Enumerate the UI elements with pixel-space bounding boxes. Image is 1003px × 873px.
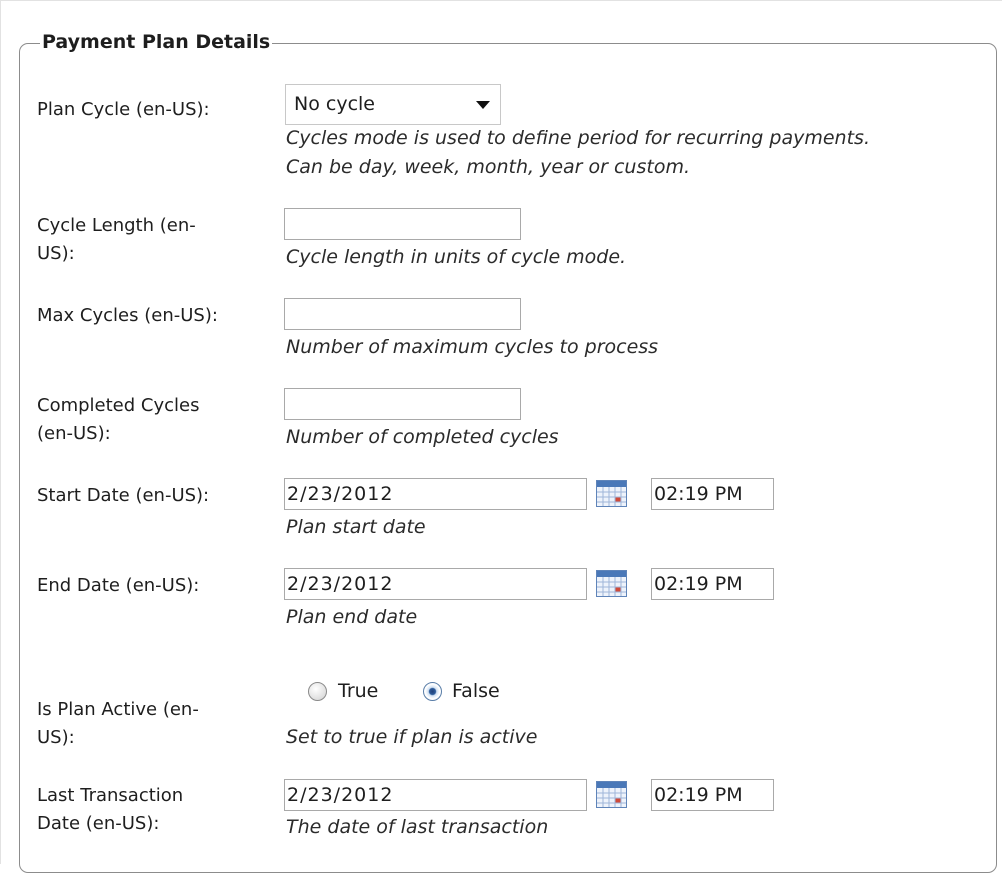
last-transaction-label-line2: Date (en-US): <box>37 813 160 834</box>
plan-cycle-selected-value: No cycle <box>294 93 375 115</box>
completed-cycles-label-line2: (en-US): <box>37 423 111 444</box>
cycle-length-input[interactable] <box>284 208 521 240</box>
start-time-input[interactable]: 02:19 PM <box>651 478 774 510</box>
start-date-input[interactable]: 2/23/2012 <box>284 478 587 510</box>
end-time-input[interactable]: 02:19 PM <box>651 568 774 600</box>
plan-cycle-help-line2: Can be day, week, month, year or custom. <box>286 156 690 178</box>
radio-false[interactable] <box>423 682 442 701</box>
completed-cycles-help: Number of completed cycles <box>286 426 559 448</box>
last-transaction-time-input[interactable]: 02:19 PM <box>651 779 774 811</box>
cycle-length-label-line1: Cycle Length (en- <box>37 215 196 236</box>
radio-true[interactable] <box>308 682 327 701</box>
start-date-help: Plan start date <box>286 516 426 538</box>
max-cycles-help: Number of maximum cycles to process <box>286 336 659 358</box>
max-cycles-input[interactable] <box>284 298 521 330</box>
calendar-icon[interactable] <box>596 570 627 597</box>
is-plan-active-label-line2: US): <box>37 727 75 748</box>
plan-cycle-select[interactable]: No cycle <box>285 84 501 125</box>
plan-cycle-help-line1: Cycles mode is used to define period for… <box>286 127 870 149</box>
cycle-length-label-line2: US): <box>37 243 75 264</box>
end-date-help: Plan end date <box>286 606 418 628</box>
max-cycles-label: Max Cycles (en-US): <box>37 305 218 326</box>
is-plan-active-label-line1: Is Plan Active (en- <box>37 699 199 720</box>
last-transaction-date-input[interactable]: 2/23/2012 <box>284 779 587 811</box>
calendar-icon[interactable] <box>596 781 627 808</box>
last-transaction-help: The date of last transaction <box>286 816 549 838</box>
chevron-down-icon <box>476 101 490 109</box>
calendar-icon[interactable] <box>596 480 627 507</box>
end-date-input[interactable]: 2/23/2012 <box>284 568 587 600</box>
is-plan-active-help: Set to true if plan is active <box>286 726 538 748</box>
last-transaction-label-line1: Last Transaction <box>37 785 184 806</box>
cycle-length-help: Cycle length in units of cycle mode. <box>286 246 627 268</box>
completed-cycles-input[interactable] <box>284 388 521 420</box>
end-date-label: End Date (en-US): <box>37 575 200 596</box>
radio-false-label[interactable]: False <box>452 678 500 704</box>
completed-cycles-label-line1: Completed Cycles <box>37 395 200 416</box>
start-date-label: Start Date (en-US): <box>37 485 210 506</box>
section-legend: Payment Plan Details <box>40 31 273 53</box>
plan-cycle-label: Plan Cycle (en-US): <box>37 99 210 120</box>
radio-true-label[interactable]: True <box>338 678 378 704</box>
